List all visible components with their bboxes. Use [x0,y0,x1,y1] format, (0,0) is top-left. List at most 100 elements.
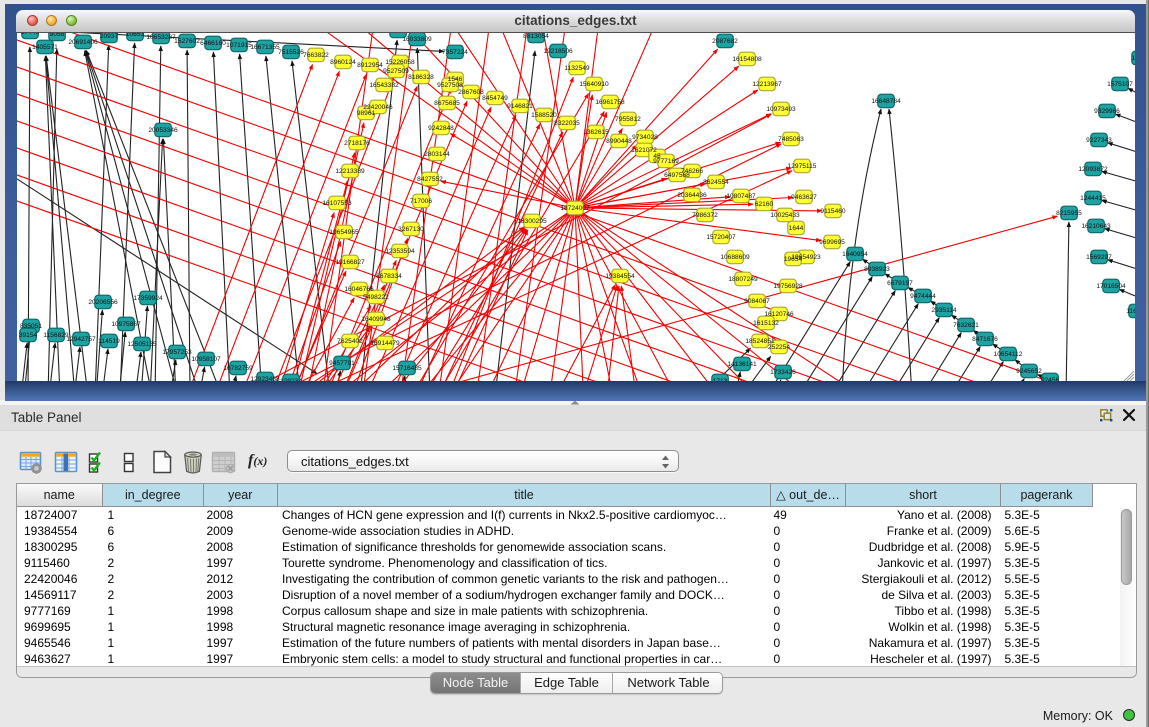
svg-text:19218506: 19218506 [543,48,573,55]
svg-text:12213967: 12213967 [752,81,782,88]
svg-text:15720407: 15720407 [706,234,736,241]
svg-text:39154: 39154 [19,332,38,339]
svg-text:62160: 62160 [755,201,774,208]
svg-text:1575107: 1575107 [1107,81,1133,88]
svg-text:1405571: 1405571 [32,44,58,51]
svg-text:22420046: 22420046 [363,104,393,111]
svg-text:1132549: 1132549 [564,65,590,72]
svg-text:1362615: 1362615 [583,129,609,136]
svg-text:12213389: 12213389 [335,168,365,175]
svg-text:8678334: 8678334 [376,273,402,280]
svg-text:18300295: 18300295 [517,218,547,225]
svg-text:9777169: 9777169 [653,158,679,165]
svg-text:10688609: 10688609 [720,254,750,261]
svg-text:17359924: 17359924 [133,295,163,302]
svg-text:9084067: 9084067 [744,298,770,305]
svg-text:12505135: 12505135 [127,341,157,348]
svg-text:17016504: 17016504 [1096,283,1126,290]
svg-text:19166827: 19166827 [335,259,365,266]
svg-text:9527508: 9527508 [437,82,463,89]
svg-text:7986372: 7986372 [692,212,718,219]
svg-text:9245652: 9245652 [1016,368,1042,375]
svg-text:7357224: 7357224 [442,49,468,56]
svg-text:19654965: 19654965 [329,229,359,236]
svg-text:10807487: 10807487 [726,193,756,200]
svg-text:11122: 11122 [1131,55,1135,62]
svg-text:16409948: 16409948 [361,316,391,323]
svg-text:9115460: 9115460 [820,208,846,215]
svg-text:18724007: 18724007 [560,205,590,212]
svg-text:15226058: 15226058 [385,59,415,66]
svg-text:8938923: 8938923 [864,266,890,273]
svg-text:12942757: 12942757 [66,336,96,343]
svg-text:16154808: 16154808 [732,56,762,63]
svg-text:9457791: 9457791 [329,360,355,367]
svg-text:15716485: 15716485 [392,365,422,372]
svg-text:835051: 835051 [20,323,42,330]
svg-text:14136141: 14136141 [727,361,757,368]
svg-text:20053346: 20053346 [148,127,178,134]
svg-text:9463627: 9463627 [791,194,817,201]
svg-text:7515526: 7515526 [278,49,304,56]
svg-text:20206556: 20206556 [88,299,118,306]
svg-text:9734028: 9734028 [632,134,658,141]
svg-text:9474444: 9474444 [910,293,936,300]
svg-text:8813054: 8813054 [523,33,549,40]
svg-text:7663822: 7663822 [303,52,329,59]
svg-text:1527602: 1527602 [174,38,200,45]
svg-text:20364436: 20364436 [677,192,707,199]
svg-text:10653: 10653 [126,33,145,38]
svg-text:19654: 19654 [784,256,803,263]
svg-text:10973493: 10973493 [766,106,796,113]
svg-text:18807249: 18807249 [728,276,758,283]
svg-text:19756928: 19756928 [773,283,803,290]
svg-text:746266: 746266 [681,168,703,175]
svg-text:9699695: 9699695 [819,239,845,246]
svg-text:2803144: 2803144 [424,151,450,158]
svg-text:2087682: 2087682 [712,38,738,45]
svg-text:6679197: 6679197 [887,280,913,287]
svg-text:9146821: 9146821 [507,103,533,110]
svg-text:17957253: 17957253 [162,349,192,356]
svg-text:1644: 1644 [789,225,804,232]
svg-text:16938: 16938 [389,33,408,35]
svg-text:9242848: 9242848 [428,125,454,132]
svg-text:1733426: 1733426 [770,369,796,376]
svg-text:16782759: 16782759 [223,365,253,372]
svg-text:16543382: 16543382 [369,82,399,89]
svg-text:16033809: 16033809 [402,36,432,43]
svg-text:1244415: 1244415 [1080,195,1106,202]
svg-text:8215955: 8215955 [1056,210,1082,217]
svg-text:717006: 717006 [410,198,432,205]
svg-text:1640954: 1640954 [842,251,868,258]
svg-text:1615132: 1615132 [753,320,779,327]
svg-text:7485063: 7485063 [778,136,804,143]
svg-text:7955812: 7955812 [615,116,641,123]
svg-text:8322035: 8322035 [554,120,580,127]
svg-text:12975115: 12975115 [788,163,817,170]
svg-text:16046766: 16046766 [344,286,374,293]
svg-text:20937: 20937 [100,33,119,40]
svg-text:116753: 116753 [1126,308,1135,315]
svg-text:8427552: 8427552 [417,176,443,183]
svg-text:6466160: 6466160 [200,40,226,47]
svg-text:1071915: 1071915 [226,42,252,49]
svg-text:3267130: 3267130 [398,226,424,233]
svg-text:7625402: 7625402 [337,338,363,345]
svg-text:8471676: 8471676 [972,336,998,343]
svg-text:8990448: 8990448 [606,138,632,145]
svg-text:9329966: 9329966 [1094,108,1120,115]
svg-text:16671355: 16671355 [250,44,280,51]
svg-text:252254: 252254 [768,344,790,351]
svg-text:1588520: 1588520 [531,112,557,119]
svg-text:8675685: 8675685 [434,100,460,107]
svg-text:8186328: 8186328 [408,74,434,81]
svg-text:10025433: 10025433 [770,212,800,219]
svg-text:12353594: 12353594 [385,248,415,255]
svg-text:1569297: 1569297 [1086,254,1112,261]
svg-text:12093872: 12093872 [1078,166,1108,173]
svg-text:16648784: 16648784 [871,98,901,105]
svg-text:20691406: 20691406 [68,39,98,46]
svg-text:16210643: 16210643 [1081,223,1111,230]
svg-text:8454749: 8454749 [482,95,508,102]
